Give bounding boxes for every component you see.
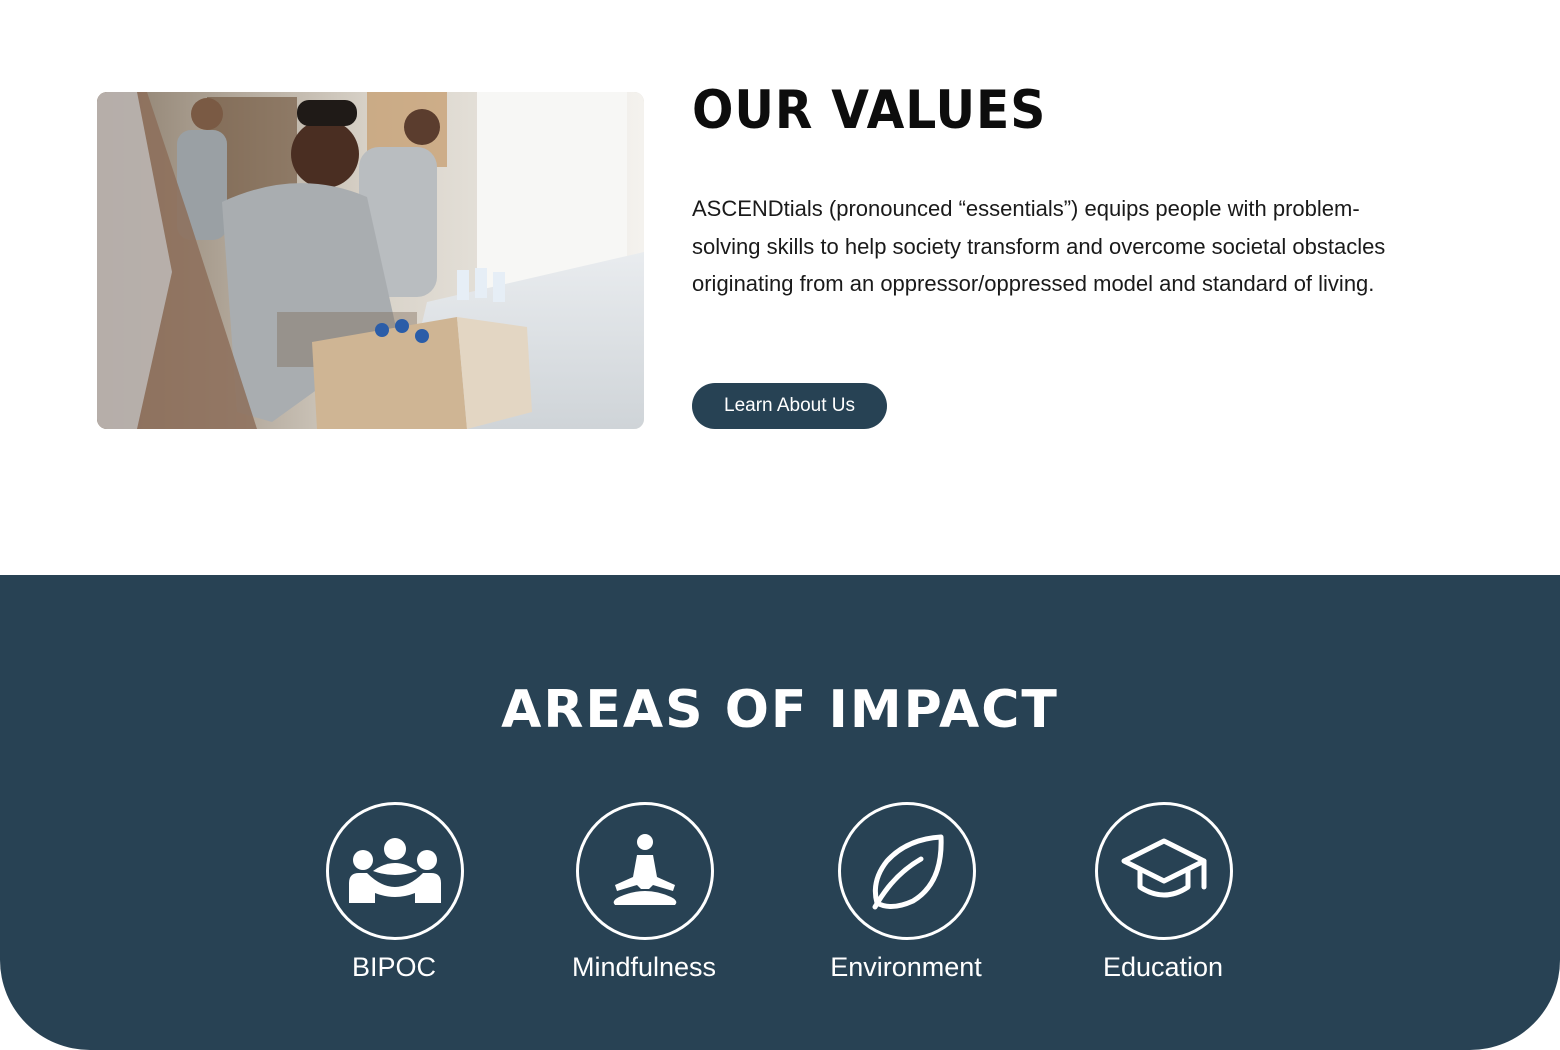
people-group-icon: [349, 838, 441, 903]
impact-circle: [1095, 802, 1233, 940]
graduation-cap-icon: [1121, 838, 1207, 898]
values-title: OUR VALUES: [692, 80, 1047, 141]
impact-item-bipoc[interactable]: BIPOC: [294, 802, 494, 992]
impact-item-education[interactable]: Education: [1063, 802, 1263, 992]
impact-label: Education: [1102, 952, 1224, 982]
impact-circle: [576, 802, 714, 940]
impact-circle: [838, 802, 976, 940]
page: OUR VALUES ASCENDtials (pronounced “esse…: [0, 0, 1560, 1050]
meditation-icon: [613, 834, 677, 905]
values-description: ASCENDtials (pronounced “essentials”) eq…: [692, 196, 1386, 296]
values-section: OUR VALUES ASCENDtials (pronounced “esse…: [0, 0, 1560, 575]
impact-title: AREAS OF IMPACT: [501, 680, 1059, 740]
impact-label: Environment: [830, 952, 982, 982]
impact-item-environment[interactable]: Environment: [806, 802, 1006, 992]
impact-label: BIPOC: [351, 952, 437, 982]
impact-circle: [326, 802, 464, 940]
impact-section: AREAS OF IMPACT BIPOC Mindfulness Enviro…: [0, 575, 1560, 1050]
learn-about-us-button[interactable]: Learn About Us: [692, 383, 887, 429]
impact-label: Mindfulness: [571, 952, 717, 982]
leaf-icon: [872, 834, 944, 910]
volunteers-photo: [97, 92, 644, 429]
impact-item-mindfulness[interactable]: Mindfulness: [544, 802, 744, 992]
